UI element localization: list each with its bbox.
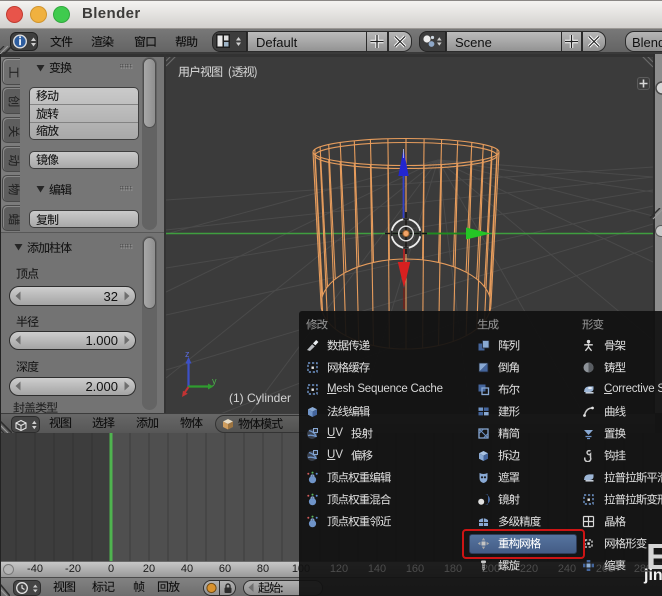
svg-text:z: z <box>185 349 190 359</box>
svg-text:y: y <box>212 376 217 386</box>
